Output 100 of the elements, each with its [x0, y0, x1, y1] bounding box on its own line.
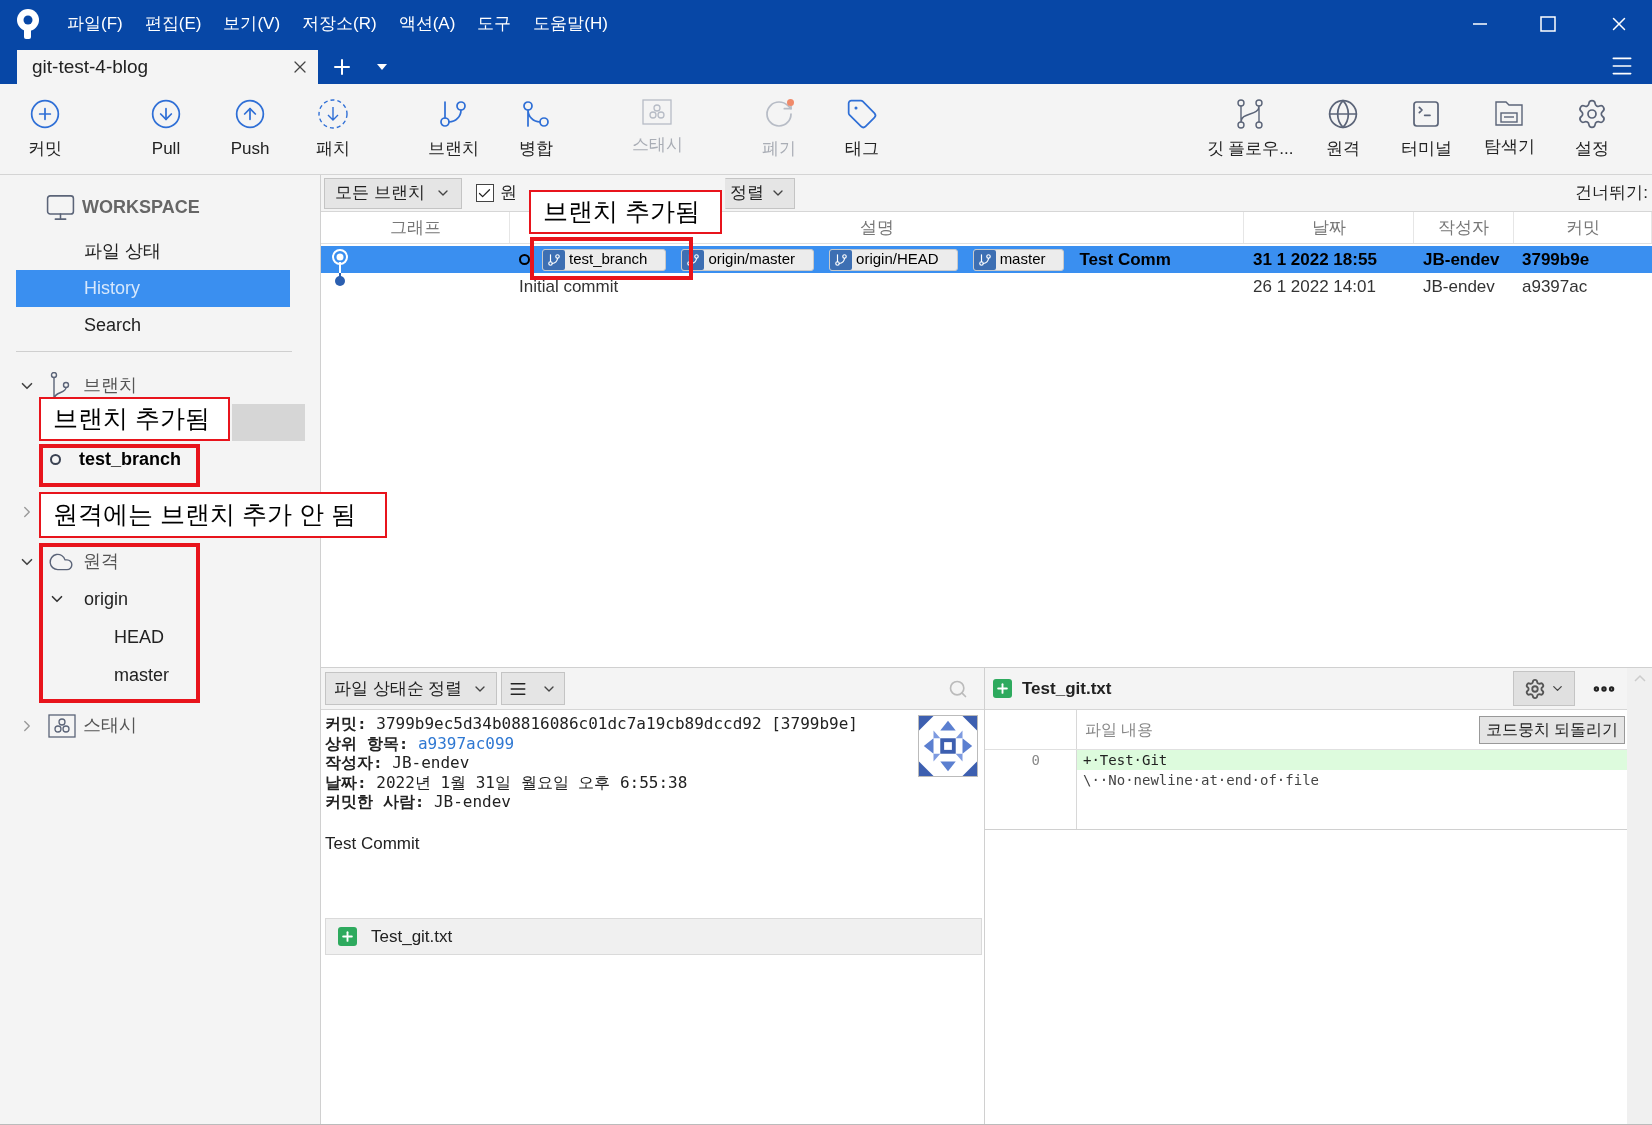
column-header[interactable]: 그래프: [389, 214, 441, 241]
toolbar-button[interactable]: 설정: [1552, 84, 1632, 175]
section-header[interactable]: 스태시: [83, 712, 137, 739]
branch-item[interactable]: test_branch: [16, 441, 305, 478]
callout-label: 브랜치 추가됨: [529, 190, 722, 234]
sort-dropdown[interactable]: 정렬: [724, 177, 795, 209]
author-cell: JB-endev: [1423, 276, 1495, 296]
menu-item[interactable]: 저장소(R): [302, 11, 377, 37]
toolbar-button[interactable]: 병합: [496, 84, 576, 175]
monitor-icon: [45, 192, 76, 223]
revert-hunk-button[interactable]: 코드뭉치 되돌리기: [1478, 715, 1625, 744]
branch-icon: [686, 252, 701, 267]
stash-icon: [641, 98, 673, 126]
callout-label: 원격에는 브랜치 추가 안 됨: [39, 492, 387, 538]
toolbar-button[interactable]: 패치: [293, 84, 373, 175]
arrow-up-circle-icon: [234, 98, 266, 130]
commit-message-text: Test Commit: [325, 832, 421, 855]
flow-icon: [1234, 98, 1266, 130]
toolbar-button[interactable]: Push: [210, 84, 290, 175]
diff-line: \··No·newline·at·end·of·file: [1082, 771, 1320, 790]
settings-icon: [1576, 98, 1608, 130]
date-cell: 31 1 2022 18:55: [1253, 249, 1377, 269]
settings-dropdown[interactable]: [1513, 671, 1575, 706]
section-header[interactable]: 브랜치: [83, 372, 137, 399]
identicon-icon: [918, 715, 978, 777]
menu-item[interactable]: 보기(V): [223, 11, 281, 37]
dashed-arrow-circle-icon: [317, 98, 349, 130]
commit-detail-line: 상위 항목: a9397ac099: [325, 733, 516, 753]
globe-icon: [1327, 98, 1359, 130]
commit-detail-line: 커밋한 사람: JB-endev: [325, 792, 512, 812]
toolbar-button[interactable]: 커밋: [5, 84, 85, 175]
merge-icon: [520, 98, 552, 130]
toolbar-button[interactable]: 브랜치: [413, 84, 493, 175]
menu-item[interactable]: 도구: [477, 11, 512, 37]
caret-icon[interactable]: [376, 63, 388, 71]
branch-tag: origin/HEAD: [829, 248, 958, 271]
menu-item[interactable]: 편집(E): [144, 11, 202, 37]
commit-message: Test Comm: [1079, 248, 1171, 271]
workspace-item[interactable]: Search: [16, 307, 290, 344]
view-mode-dropdown[interactable]: [501, 672, 566, 705]
date-cell: 26 1 2022 14:01: [1253, 276, 1376, 296]
arrow-down-circle-icon: [150, 98, 182, 130]
checkbox[interactable]: [475, 184, 494, 202]
branch-icon: [547, 252, 561, 267]
diff-header: 파일 내용: [1085, 719, 1154, 740]
stash-icon: [48, 713, 76, 738]
branch-tag: origin/master: [681, 248, 815, 271]
added-file-icon: [993, 679, 1012, 698]
terminal-icon: [1410, 98, 1442, 130]
toolbar-button[interactable]: 탐색기: [1469, 84, 1549, 175]
column-header[interactable]: 날짜: [1311, 214, 1346, 241]
scrollbar[interactable]: [1627, 668, 1652, 1124]
file-sort-dropdown[interactable]: 파일 상태순 정렬: [325, 672, 498, 705]
commit-hash-cell: a9397ac: [1522, 276, 1588, 296]
line-number: 0: [1031, 751, 1040, 770]
toolbar-button[interactable]: Pull: [126, 84, 206, 175]
commit-hash-cell: 3799b9e: [1522, 249, 1590, 269]
branch-icon: [48, 371, 72, 400]
branch-icon: [977, 252, 992, 267]
drive-icon: [1493, 98, 1525, 128]
tag-icon: [846, 98, 878, 130]
remote-branch-item[interactable]: HEAD: [114, 623, 164, 651]
column-header[interactable]: 설명: [859, 214, 894, 241]
file-list-item[interactable]: Test_git.txt: [325, 918, 982, 955]
commit-detail-line: 작성자: JB-endev: [325, 753, 471, 773]
gear-icon: [1523, 677, 1546, 700]
workspace-item[interactable]: 파일 상태: [16, 233, 290, 270]
app-logo-icon: [15, 8, 41, 40]
menu-item[interactable]: 도움말(H): [533, 11, 608, 37]
checkbox-label: 원: [499, 182, 517, 205]
menu-item[interactable]: 액션(A): [398, 11, 456, 37]
column-header[interactable]: 작성자: [1438, 214, 1489, 241]
toolbar-button[interactable]: 태그: [822, 84, 902, 175]
added-file-icon: [338, 927, 357, 946]
branch-icon: [834, 252, 849, 267]
skip-label: 건너뛰기:: [1575, 182, 1648, 205]
commit-row[interactable]: test_branch origin/master origin/HEAD master Test Comm 31 1 2022 18:55 JB-endev 3799b9e: [321, 246, 1652, 273]
author-cell: JB-endev: [1423, 249, 1500, 269]
remote-item[interactable]: origin: [84, 585, 129, 613]
commit-detail-line: 커밋: 3799b9ec5d34b08816086c01dc7a19cb89dccd92 [3799b9e]: [325, 714, 859, 734]
menu-item[interactable]: 파일(F): [67, 11, 123, 37]
remote-branch-item[interactable]: master: [114, 661, 169, 689]
commit-message: Initial commit: [519, 275, 619, 298]
toolbar-button[interactable]: 원격: [1303, 84, 1383, 175]
callout-label: 브랜치 추가됨: [39, 397, 230, 441]
workspace-header: WORKSPACE: [82, 196, 200, 219]
commit-row[interactable]: Initial commit 26 1 2022 14:01 JB-endev a9397ac: [321, 273, 1652, 300]
refresh-icon: [763, 98, 795, 130]
branch-tag: test_branch: [542, 248, 667, 271]
diff-file-name: Test_git.txt: [1022, 677, 1112, 700]
section-header[interactable]: 원격: [83, 548, 119, 575]
maximize-icon[interactable]: [1540, 16, 1556, 32]
repo-tab[interactable]: git-test-4-blog: [17, 50, 318, 84]
column-header[interactable]: 커밋: [1565, 214, 1600, 241]
branch-icon: [437, 98, 469, 130]
branch-filter-dropdown[interactable]: 모든 브랜치: [324, 177, 462, 209]
toolbar-button[interactable]: 터미널: [1386, 84, 1466, 175]
parent-commit-link[interactable]: a9397ac099: [417, 733, 515, 753]
commit-detail-line: 날짜: 2022년 1월 31일 월요일 오후 6:55:38: [325, 772, 689, 792]
toolbar-button[interactable]: 깃 플로우...: [1200, 84, 1300, 175]
